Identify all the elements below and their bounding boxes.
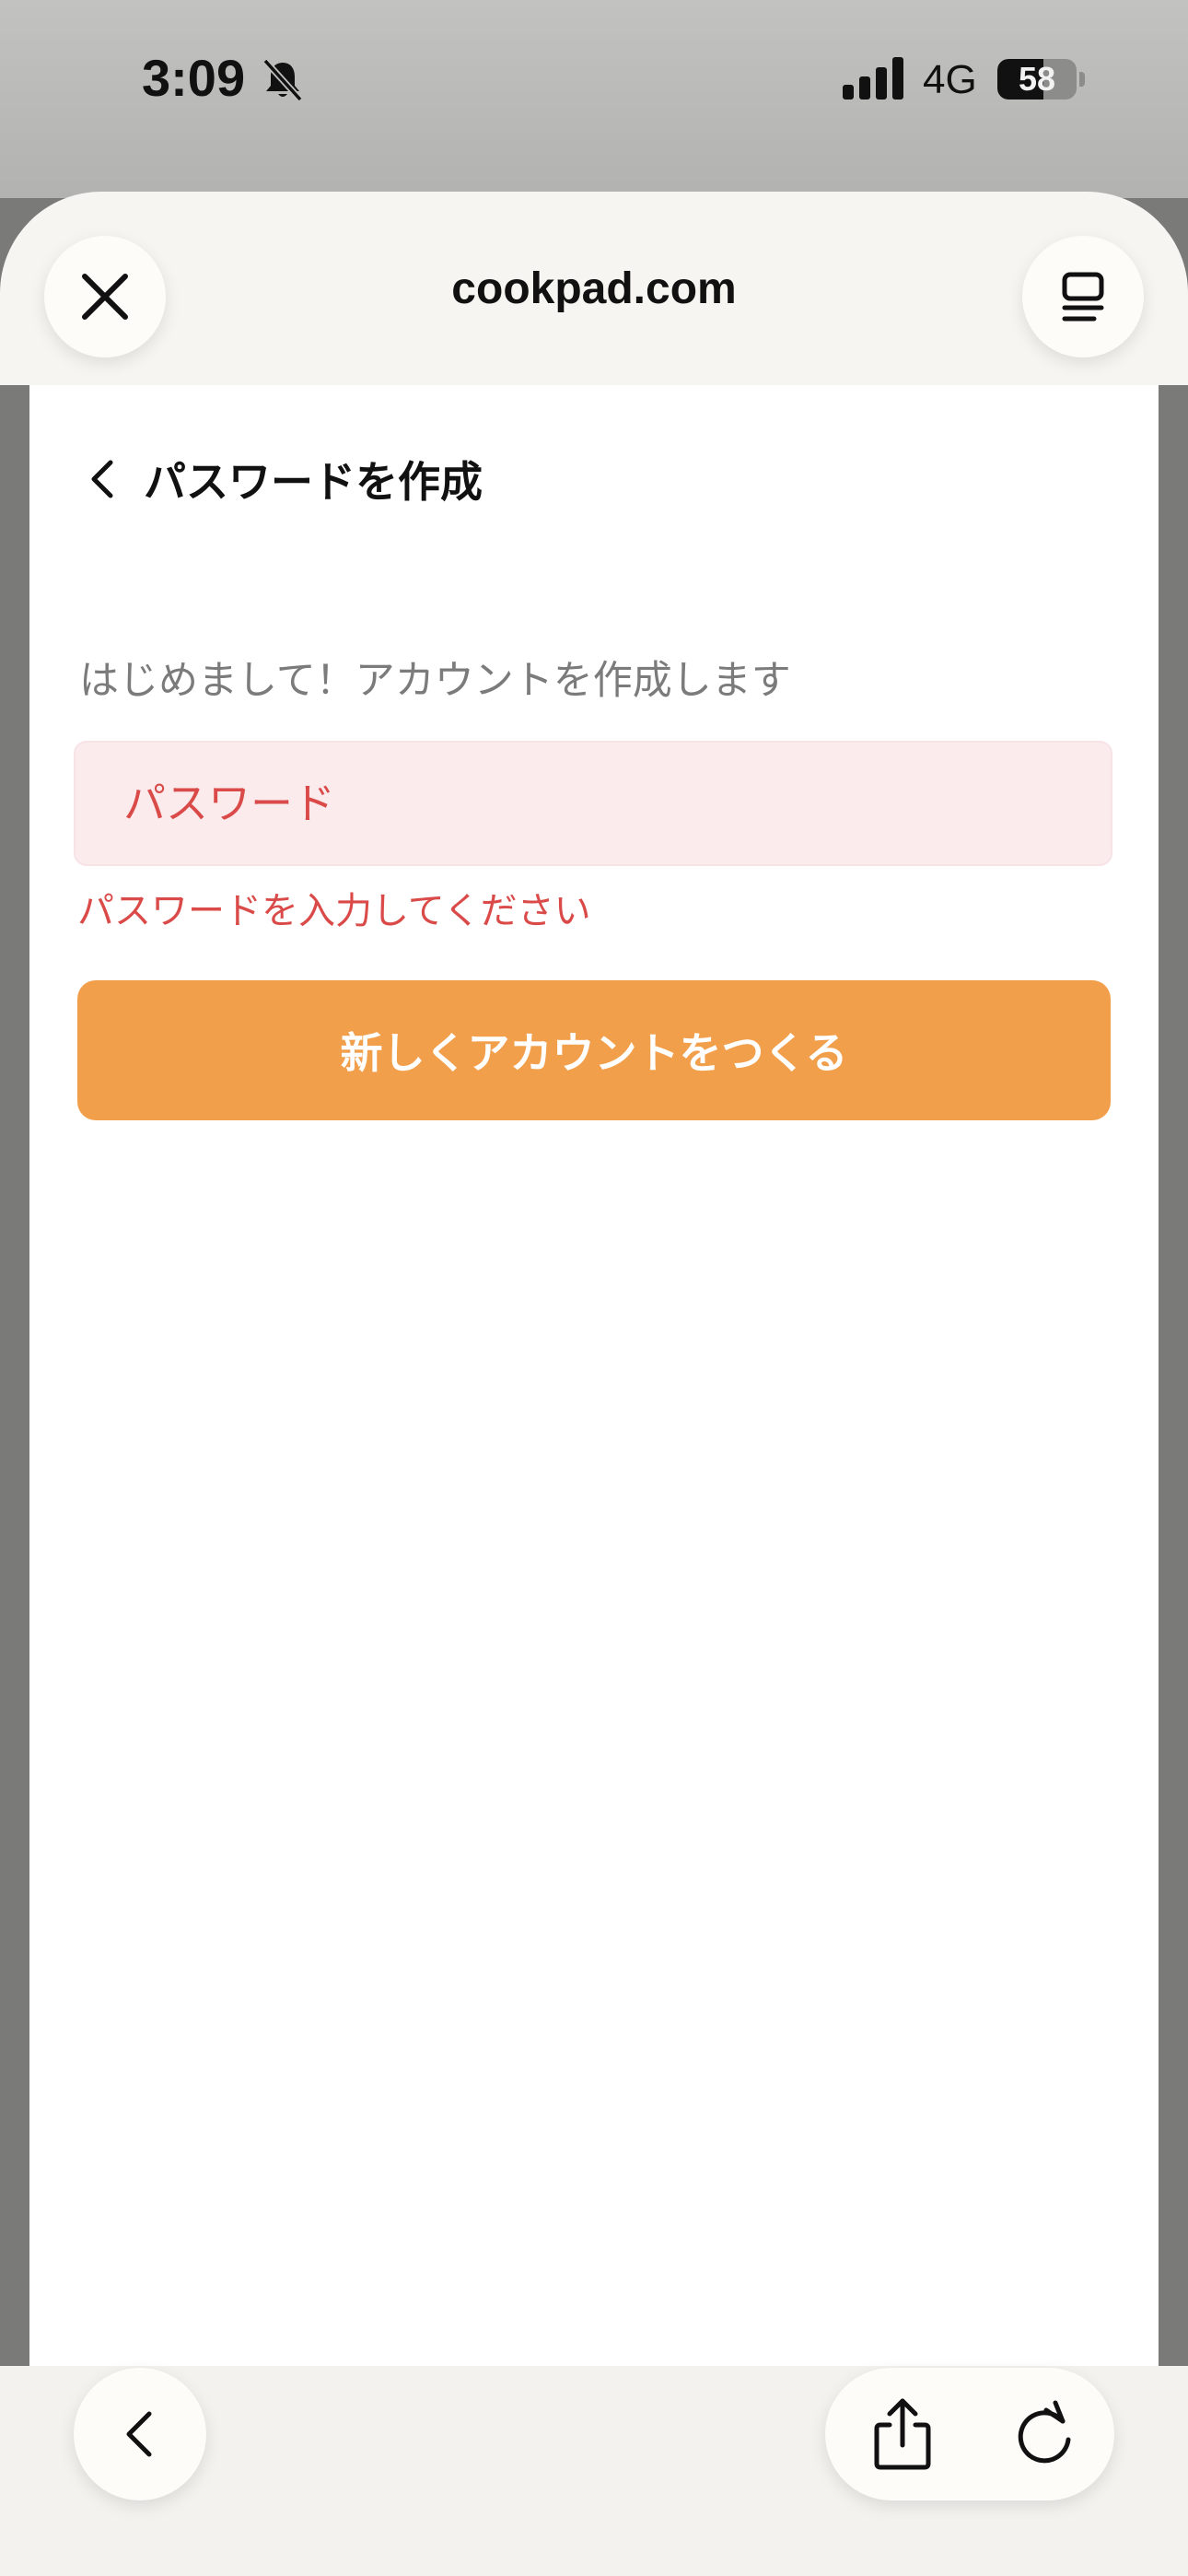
battery-nub xyxy=(1079,72,1085,87)
bell-slash-icon xyxy=(262,58,303,102)
close-icon xyxy=(82,274,128,320)
status-bar: 3:09 4G 58 xyxy=(0,0,1188,198)
site-title[interactable]: cookpad.com xyxy=(318,263,870,314)
page-content: パスワードを作成 はじめまして！アカウントを作成します パスワードを入力してくだ… xyxy=(29,385,1159,2366)
create-account-button[interactable]: 新しくアカウントをつくる xyxy=(77,980,1111,1120)
close-button[interactable] xyxy=(44,236,166,357)
battery-icon: 58 xyxy=(997,59,1077,100)
tabs-button[interactable] xyxy=(1022,236,1144,357)
chevron-left-icon xyxy=(126,2411,152,2457)
password-input[interactable] xyxy=(74,741,1112,866)
browser-back-button[interactable] xyxy=(74,2368,206,2500)
reload-icon[interactable] xyxy=(1004,2394,1085,2475)
battery-percent: 58 xyxy=(1018,60,1056,98)
chevron-left-icon xyxy=(91,460,113,498)
back-link[interactable]: パスワードを作成 xyxy=(85,442,483,516)
page-title: パスワードを作成 xyxy=(144,457,483,507)
status-time: 3:09 xyxy=(142,49,246,107)
browser-action-group xyxy=(825,2368,1114,2500)
share-icon[interactable] xyxy=(862,2394,943,2475)
password-error-message: パスワードを入力してください xyxy=(77,890,591,932)
network-label: 4G xyxy=(923,57,977,102)
intro-text: はじめまして！アカウントを作成します xyxy=(79,658,791,704)
signal-icon xyxy=(843,57,903,100)
tabs-icon xyxy=(1062,272,1104,322)
